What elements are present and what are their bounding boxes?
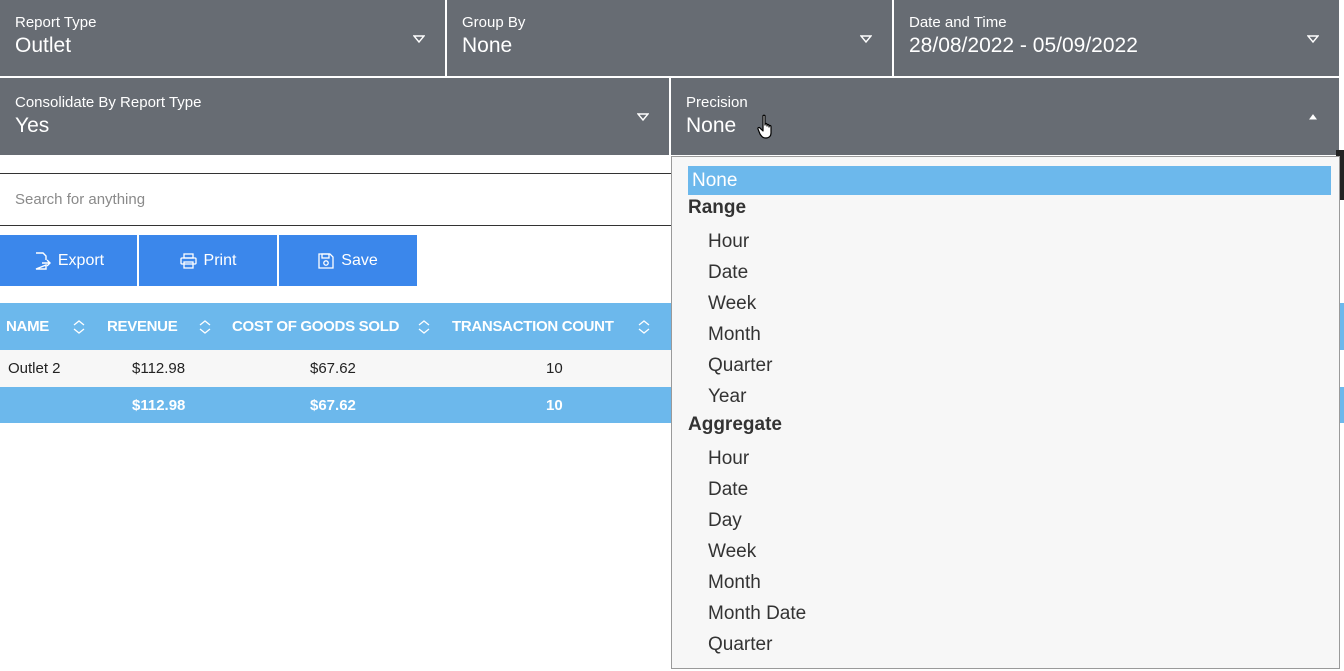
column-header-name[interactable]: NAME — [6, 303, 49, 350]
precision-option-range-quarter[interactable]: Quarter — [708, 352, 772, 380]
table-totals-row: $112.98 $67.62 10 — [0, 387, 690, 423]
precision-option-range-week[interactable]: Week — [708, 290, 756, 318]
option-group-aggregate: Aggregate — [688, 414, 782, 435]
report-type-select[interactable]: Report Type Outlet — [0, 0, 445, 76]
option-group-range: Range — [688, 197, 747, 218]
precision-option-range-month[interactable]: Month — [708, 321, 761, 349]
total-cogs: $67.62 — [310, 396, 356, 414]
consolidate-select[interactable]: Consolidate By Report Type Yes — [0, 78, 669, 155]
group-by-select[interactable]: Group By None — [447, 0, 892, 76]
sort-icon[interactable] — [638, 320, 650, 334]
precision-option-aggregate-month[interactable]: Month — [708, 569, 761, 597]
print-button[interactable]: Print — [139, 235, 277, 286]
column-header-cogs[interactable]: COST OF GOODS SOLD — [232, 303, 399, 350]
date-time-value: 28/08/2022 - 05/09/2022 — [909, 34, 1138, 57]
printer-icon — [179, 252, 197, 269]
sort-icon[interactable] — [73, 320, 85, 334]
sort-icon[interactable] — [199, 320, 211, 334]
precision-option-range-date[interactable]: Date — [708, 259, 748, 287]
precision-label: Precision — [686, 94, 748, 111]
precision-option-aggregate-day[interactable]: Day — [708, 507, 742, 535]
caret-up-icon — [1307, 112, 1319, 122]
date-time-select[interactable]: Date and Time 28/08/2022 - 05/09/2022 — [894, 0, 1339, 76]
total-revenue: $112.98 — [132, 396, 186, 414]
search-input[interactable] — [0, 174, 690, 225]
export-label: Export — [57, 251, 105, 269]
caret-down-icon — [1307, 34, 1319, 44]
file-export-icon — [33, 251, 51, 270]
group-by-label: Group By — [462, 14, 526, 31]
report-type-label: Report Type — [15, 14, 97, 31]
consolidate-label: Consolidate By Report Type — [15, 94, 202, 111]
precision-option-aggregate-month-date[interactable]: Month Date — [708, 600, 806, 628]
precision-option-aggregate-quarter[interactable]: Quarter — [708, 631, 772, 659]
cell-revenue: $112.98 — [132, 360, 186, 377]
report-type-value: Outlet — [15, 34, 72, 57]
table-row: Outlet 2 $112.98 $67.62 10 — [0, 350, 690, 387]
precision-option-aggregate-date[interactable]: Date — [708, 476, 748, 504]
date-time-label: Date and Time — [909, 14, 1007, 31]
column-header-revenue[interactable]: REVENUE — [107, 303, 178, 350]
cell-transaction-count: 10 — [546, 360, 563, 377]
sort-icon[interactable] — [418, 320, 430, 334]
export-button[interactable]: Export — [0, 235, 137, 286]
precision-value: None — [686, 114, 737, 137]
precision-dropdown-menu: None Range Hour Date Week Month Quarter … — [671, 156, 1340, 669]
consolidate-value: Yes — [15, 114, 50, 137]
precision-option-aggregate-week[interactable]: Week — [708, 538, 756, 566]
search-bar — [0, 173, 690, 226]
hand-pointer-icon — [757, 114, 777, 140]
caret-down-icon — [413, 34, 425, 44]
caret-down-icon — [860, 34, 872, 44]
precision-option-none[interactable]: None — [688, 166, 1331, 195]
group-by-value: None — [462, 34, 513, 57]
save-label: Save — [341, 251, 378, 269]
total-transaction-count: 10 — [546, 396, 563, 414]
cell-name: Outlet 2 — [8, 360, 61, 377]
cell-cogs: $67.62 — [310, 360, 356, 377]
precision-option-range-hour[interactable]: Hour — [708, 228, 749, 256]
precision-option-range-year[interactable]: Year — [708, 383, 746, 411]
column-header-transaction-count[interactable]: TRANSACTION COUNT — [452, 303, 614, 350]
save-button[interactable]: Save — [279, 235, 417, 286]
floppy-disk-icon — [318, 252, 334, 269]
print-label: Print — [203, 251, 237, 269]
precision-option-aggregate-hour[interactable]: Hour — [708, 445, 749, 473]
caret-down-icon — [637, 112, 649, 122]
